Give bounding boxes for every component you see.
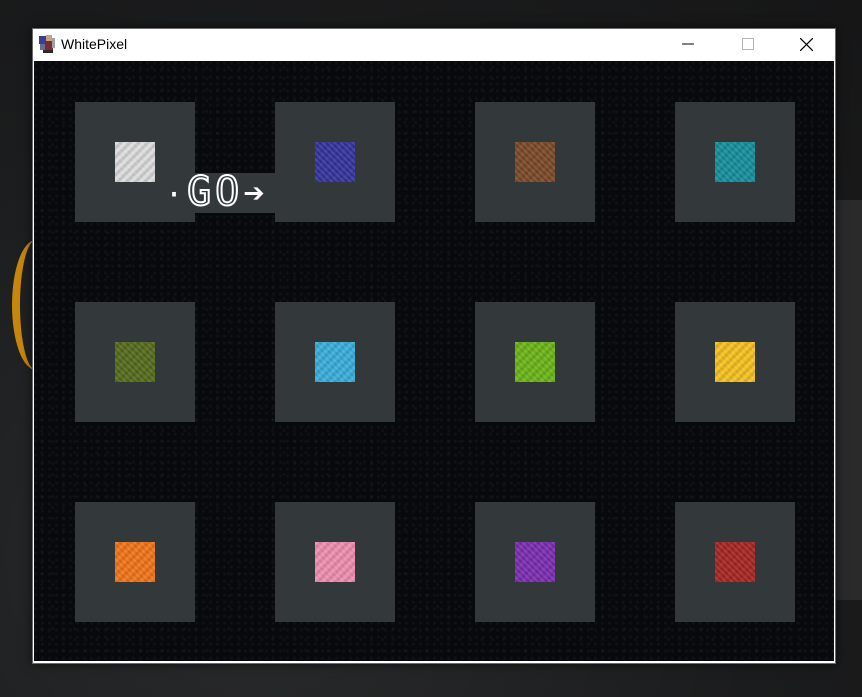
tile-brown[interactable]: [475, 102, 595, 222]
tile-white-swatch: [115, 142, 155, 182]
tile-yellow-swatch: [715, 342, 755, 382]
tile-red[interactable]: [675, 502, 795, 622]
go-label: ·GO➔: [165, 168, 269, 216]
go-text: GO: [186, 168, 244, 216]
tile-orange[interactable]: [75, 502, 195, 622]
tile-purple-swatch: [515, 542, 555, 582]
arrow-right-icon: ➔: [243, 173, 269, 214]
tile-light-blue-swatch: [315, 342, 355, 382]
tile-olive[interactable]: [75, 302, 195, 422]
tile-cyan-swatch: [715, 142, 755, 182]
title-bar[interactable]: WhitePixel: [33, 29, 835, 60]
app-window: WhitePixel ·GO➔: [32, 28, 836, 664]
tile-lime-swatch: [515, 342, 555, 382]
window-title: WhitePixel: [61, 36, 128, 52]
app-icon: [39, 35, 55, 53]
tile-purple[interactable]: [475, 502, 595, 622]
game-canvas[interactable]: ·GO➔: [34, 61, 834, 661]
tile-olive-swatch: [115, 342, 155, 382]
background-window-edge: [836, 200, 862, 600]
tile-light-blue[interactable]: [275, 302, 395, 422]
maximize-icon: [742, 38, 754, 50]
tile-blue[interactable]: [275, 102, 395, 222]
minimize-button[interactable]: [659, 29, 717, 59]
minimize-icon: [682, 43, 694, 45]
tile-blue-swatch: [315, 142, 355, 182]
tile-pink-swatch: [315, 542, 355, 582]
tile-brown-swatch: [515, 142, 555, 182]
tile-red-swatch: [715, 542, 755, 582]
close-icon: [799, 37, 813, 51]
tile-yellow[interactable]: [675, 302, 795, 422]
tile-cyan[interactable]: [675, 102, 795, 222]
tile-pink[interactable]: [275, 502, 395, 622]
close-button[interactable]: [777, 29, 835, 59]
maximize-button[interactable]: [719, 29, 777, 59]
tile-lime[interactable]: [475, 302, 595, 422]
go-dot: ·: [165, 178, 188, 213]
tile-orange-swatch: [115, 542, 155, 582]
